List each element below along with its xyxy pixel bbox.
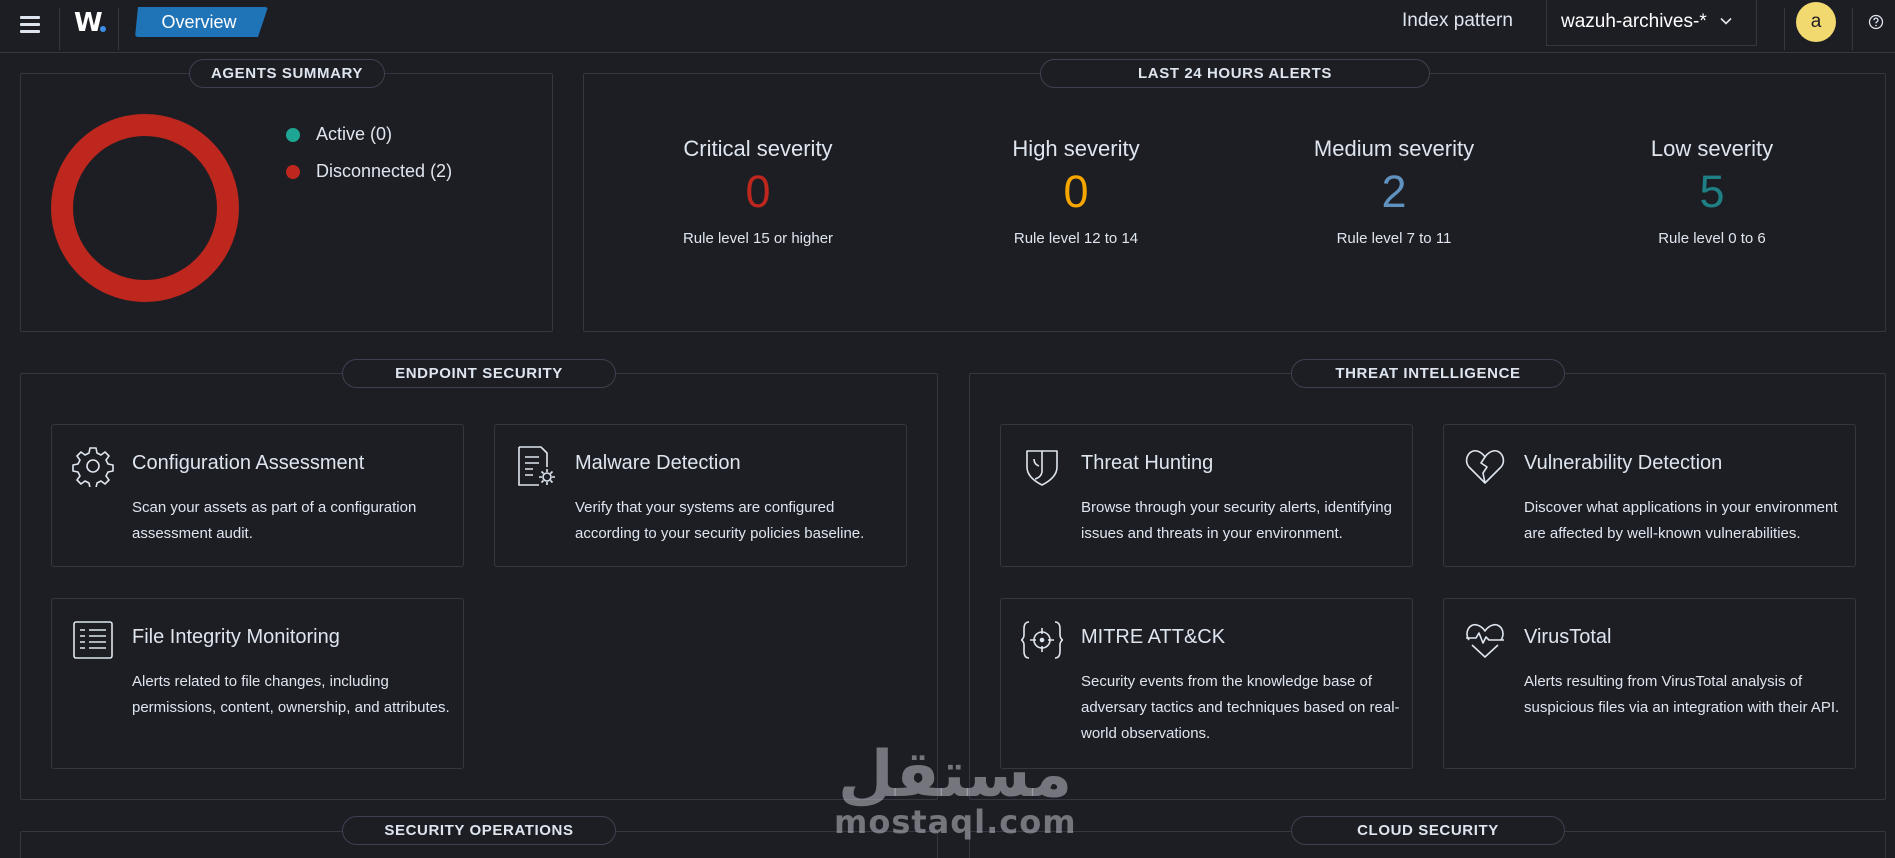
agents-summary-title: AGENTS SUMMARY (189, 59, 385, 88)
card-description: Scan your assets as part of a configurat… (132, 499, 417, 542)
index-pattern-select[interactable]: wazuh-archives-* (1546, 0, 1757, 46)
threat-intelligence-title: THREAT INTELLIGENCE (1291, 359, 1565, 388)
user-avatar[interactable]: a (1796, 2, 1836, 42)
alerts-title: LAST 24 HOURS ALERTS (1040, 59, 1430, 88)
card-description: Alerts resulting from VirusTotal analysi… (1524, 673, 1840, 716)
high-severity-title: High severity (1012, 136, 1140, 161)
card-title: Threat Hunting (1081, 452, 1214, 474)
legend-active[interactable]: Active (0) (316, 124, 392, 145)
virustotal-card[interactable]: VirusTotal Alerts resulting from VirusTo… (1443, 598, 1856, 769)
malware-detection-card[interactable]: Malware Detection Verify that your syste… (494, 424, 907, 567)
medium-severity: Medium severity 2 Rule level 7 to 11 (1244, 136, 1544, 247)
low-severity-sub: Rule level 0 to 6 (1658, 230, 1766, 247)
heartbeat-icon (1466, 623, 1504, 658)
watermark-latin: mostaql.com (834, 803, 1077, 841)
agents-donut-chart[interactable] (50, 113, 240, 303)
card-description: Verify that your systems are configured … (575, 499, 865, 542)
donut-slice-disconnected (51, 114, 239, 302)
chevron-down-icon (1720, 17, 1732, 25)
card-description: Browse through your security alerts, ide… (1081, 499, 1392, 542)
threat-hunting-card[interactable]: Threat Hunting Browse through your secur… (1000, 424, 1413, 567)
shield-icon (1026, 450, 1058, 486)
critical-severity-value[interactable]: 0 (608, 168, 908, 216)
high-severity-sub: Rule level 12 to 14 (1013, 230, 1139, 247)
divider (59, 8, 60, 50)
watermark-arabic: مستقل (838, 738, 1073, 812)
broken-heart-icon (1465, 450, 1505, 484)
file-integrity-monitoring-card[interactable]: File Integrity Monitoring Alerts related… (51, 598, 464, 769)
card-title: Configuration Assessment (132, 452, 365, 474)
help-icon[interactable] (1868, 14, 1884, 30)
divider (1784, 8, 1785, 50)
divider (118, 8, 119, 50)
card-description: Discover what applications in your envir… (1524, 499, 1838, 542)
configuration-assessment-card[interactable]: Configuration Assessment Scan your asset… (51, 424, 464, 567)
card-title: Vulnerability Detection (1524, 452, 1723, 474)
document-gear-icon (518, 446, 555, 486)
low-severity: Low severity 5 Rule level 0 to 6 (1562, 136, 1862, 247)
low-severity-title: Low severity (1650, 136, 1774, 161)
high-severity: High severity 0 Rule level 12 to 14 (926, 136, 1226, 247)
high-severity-value[interactable]: 0 (926, 168, 1226, 216)
list-document-icon (73, 621, 113, 659)
endpoint-security-title: ENDPOINT SECURITY (342, 359, 616, 388)
divider (1852, 8, 1853, 50)
breadcrumb-overview[interactable]: Overview (135, 7, 263, 37)
critical-severity: Critical severity 0 Rule level 15 or hig… (608, 136, 908, 247)
wazuh-logo[interactable]: W (74, 8, 103, 38)
card-description: Security events from the knowledge base … (1081, 673, 1400, 742)
medium-severity-sub: Rule level 7 to 11 (1336, 230, 1452, 247)
card-title: VirusTotal (1524, 626, 1612, 648)
gear-icon (72, 447, 114, 487)
card-description: Alerts related to file changes, includin… (132, 673, 450, 716)
top-bar: W Overview Index pattern wazuh-archives-… (0, 0, 1895, 53)
target-icon (1021, 621, 1063, 659)
logo-dot (100, 26, 106, 32)
medium-severity-value[interactable]: 2 (1244, 168, 1544, 216)
legend-disconnected[interactable]: Disconnected (2) (316, 161, 452, 182)
cloud-security-title: CLOUD SECURITY (1291, 816, 1565, 845)
medium-severity-title: Medium severity (1313, 136, 1475, 161)
index-pattern-value: wazuh-archives-* (1561, 11, 1707, 32)
critical-severity-sub: Rule level 15 or higher (682, 230, 834, 247)
index-pattern-label: Index pattern (1402, 10, 1513, 31)
critical-severity-title: Critical severity (683, 136, 833, 161)
card-title: Malware Detection (575, 452, 741, 474)
card-title: File Integrity Monitoring (132, 626, 340, 648)
vulnerability-detection-card[interactable]: Vulnerability Detection Discover what ap… (1443, 424, 1856, 567)
legend-dot-active (286, 128, 300, 142)
menu-icon[interactable] (18, 12, 42, 36)
security-operations-title: SECURITY OPERATIONS (342, 816, 616, 845)
low-severity-value[interactable]: 5 (1562, 168, 1862, 216)
card-title: MITRE ATT&CK (1081, 626, 1226, 648)
legend-dot-disconnected (286, 165, 300, 179)
